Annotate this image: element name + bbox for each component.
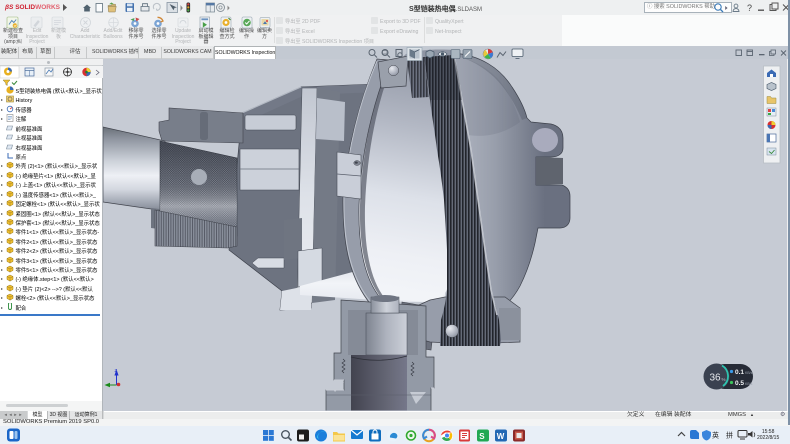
svg-text:%: % — [722, 377, 726, 382]
svg-text:0.5: 0.5 — [735, 380, 744, 387]
svg-text:拼: 拼 — [726, 430, 733, 439]
svg-text:0.1: 0.1 — [735, 369, 744, 376]
svg-text:KB/s: KB/s — [745, 371, 753, 375]
svg-text:36: 36 — [709, 373, 721, 384]
svg-text:英: 英 — [712, 430, 719, 439]
svg-text:KB/s: KB/s — [745, 382, 753, 386]
svg-text:Z: Z — [115, 368, 118, 373]
svg-text:S: S — [479, 432, 485, 441]
svg-text:W: W — [497, 432, 505, 441]
svg-text:?: ? — [747, 3, 752, 13]
